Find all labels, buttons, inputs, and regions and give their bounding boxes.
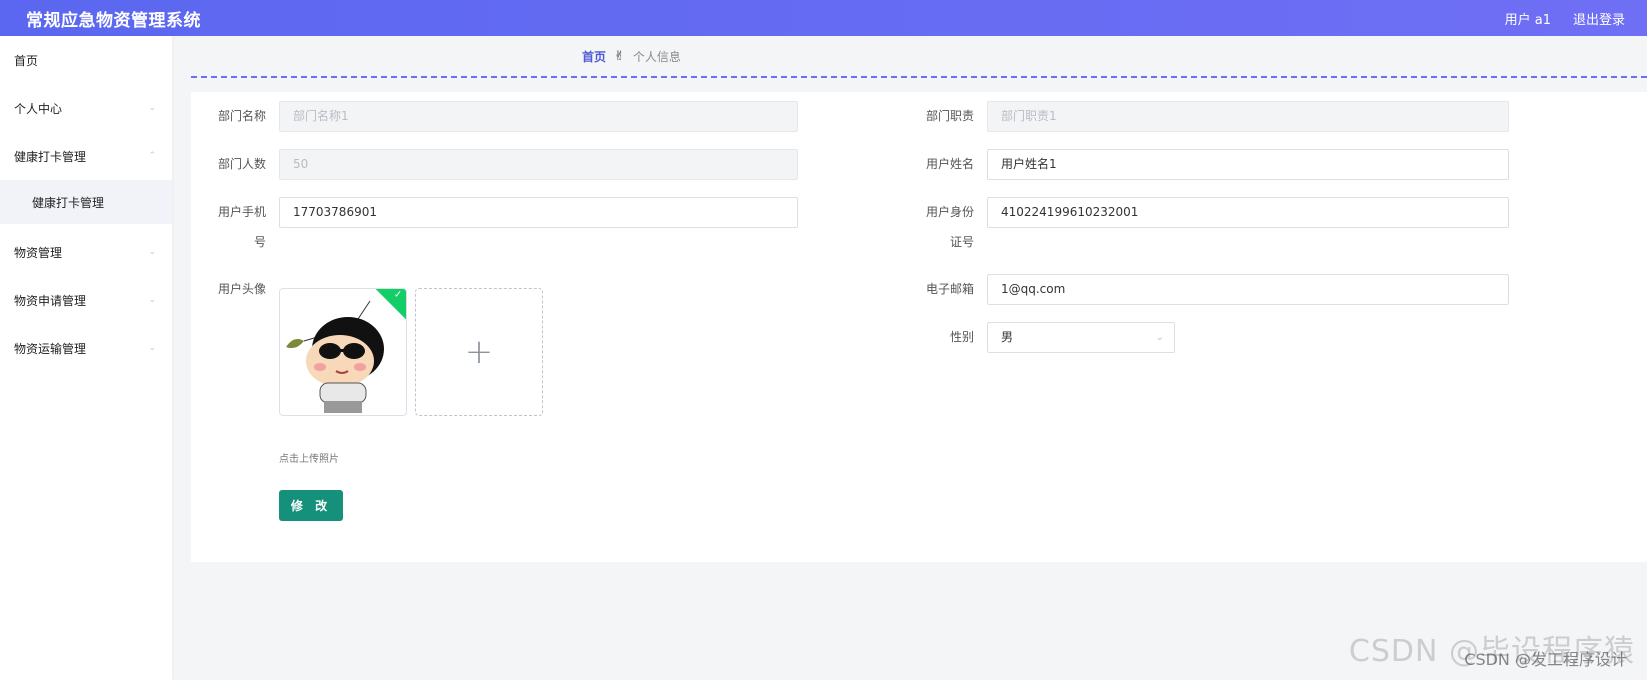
chevron-down-icon: ⌄ bbox=[148, 247, 156, 257]
header-actions: 用户 a1 退出登录 bbox=[1505, 9, 1625, 28]
dept-duty-field[interactable]: 部门职责1 bbox=[987, 101, 1509, 132]
top-header: 常规应急物资管理系统 用户 a1 退出登录 bbox=[0, 0, 1647, 36]
upload-avatar-button[interactable]: + bbox=[415, 288, 543, 416]
sidebar-item-label: 物资管理 bbox=[14, 245, 63, 260]
gender-select[interactable]: 男 ⌄ bbox=[987, 322, 1175, 353]
check-icon: ✓ bbox=[393, 289, 403, 301]
upload-hint: 点击上传照片 bbox=[279, 454, 339, 465]
avatar-label: 用户头像 bbox=[217, 282, 266, 296]
dept-name-field[interactable]: 部门名称1 bbox=[279, 101, 798, 132]
gender-label: 性别 bbox=[949, 330, 974, 344]
breadcrumb-current: 个人信息 bbox=[632, 49, 681, 64]
watermark-overlay: CSDN @发工程序设计 bbox=[1464, 650, 1627, 669]
sidebar-item-material-transport[interactable]: 物资运输管理 ⌄ bbox=[0, 324, 172, 372]
chevron-down-icon: ⌄ bbox=[148, 343, 156, 353]
sidebar-item-label: 健康打卡管理 bbox=[32, 195, 105, 210]
hand-icon: ✌ bbox=[614, 48, 625, 64]
app-title: 常规应急物资管理系统 bbox=[26, 10, 201, 31]
sidebar-item-label: 首页 bbox=[14, 53, 39, 68]
email-field[interactable]: 1@qq.com bbox=[987, 274, 1509, 305]
chevron-down-icon: ⌄ bbox=[148, 295, 156, 305]
dept-count-label: 部门人数 bbox=[217, 157, 266, 171]
email-label: 电子邮箱 bbox=[925, 282, 974, 296]
user-name-label: 用户姓名 bbox=[925, 157, 974, 171]
sidebar-item-label: 健康打卡管理 bbox=[14, 149, 87, 164]
current-user-link[interactable]: 用户 a1 bbox=[1505, 9, 1551, 28]
sidebar-item-label: 物资申请管理 bbox=[14, 293, 87, 308]
sidebar-item-health-checkin[interactable]: 健康打卡管理 ⌃ bbox=[0, 132, 172, 180]
chevron-down-icon: ⌄ bbox=[1155, 332, 1164, 343]
phone-field[interactable]: 17703786901 bbox=[279, 197, 798, 228]
avatar-image[interactable]: ✓ bbox=[279, 288, 407, 416]
sidebar-item-personal-center[interactable]: 个人中心 ⌄ bbox=[0, 84, 172, 132]
profile-form: 部门名称 部门名称1 部门职责 部门职责1 部门人数 50 用户姓名 用户姓名1… bbox=[191, 92, 1647, 562]
cartoon-avatar-icon bbox=[280, 289, 406, 415]
sidebar-subitem-health-checkin[interactable]: 健康打卡管理 bbox=[0, 180, 172, 224]
sidebar-item-materials[interactable]: 物资管理 ⌄ bbox=[0, 228, 172, 276]
user-name-field[interactable]: 用户姓名1 bbox=[987, 149, 1509, 180]
sidebar: 首页 个人中心 ⌄ 健康打卡管理 ⌃ 健康打卡管理 物资管理 ⌄ 物资申请管理 … bbox=[0, 36, 172, 680]
dept-count-field[interactable]: 50 bbox=[279, 149, 798, 180]
id-card-label: 用户身份 bbox=[925, 205, 974, 219]
plus-icon: + bbox=[464, 332, 494, 372]
sidebar-item-label: 个人中心 bbox=[14, 101, 63, 116]
id-card-field[interactable]: 410224199610232001 bbox=[987, 197, 1509, 228]
dept-name-label: 部门名称 bbox=[217, 109, 266, 123]
sidebar-item-home[interactable]: 首页 bbox=[0, 36, 172, 84]
breadcrumb-home-link[interactable]: 首页 bbox=[582, 48, 606, 65]
sidebar-item-label: 物资运输管理 bbox=[14, 341, 87, 356]
phone-label: 用户手机 bbox=[217, 205, 266, 219]
breadcrumb: 首页 ✌ 个人信息 bbox=[191, 36, 1647, 78]
chevron-up-icon: ⌃ bbox=[148, 151, 156, 161]
phone-label-cont: 号 bbox=[253, 235, 266, 249]
dept-duty-label: 部门职责 bbox=[925, 109, 974, 123]
logout-button[interactable]: 退出登录 bbox=[1573, 9, 1625, 28]
id-card-label-cont: 证号 bbox=[949, 235, 974, 249]
modify-button[interactable]: 修 改 bbox=[279, 490, 343, 521]
gender-select-value: 男 bbox=[1001, 330, 1014, 344]
chevron-down-icon: ⌄ bbox=[148, 103, 156, 113]
sidebar-item-material-requests[interactable]: 物资申请管理 ⌄ bbox=[0, 276, 172, 324]
